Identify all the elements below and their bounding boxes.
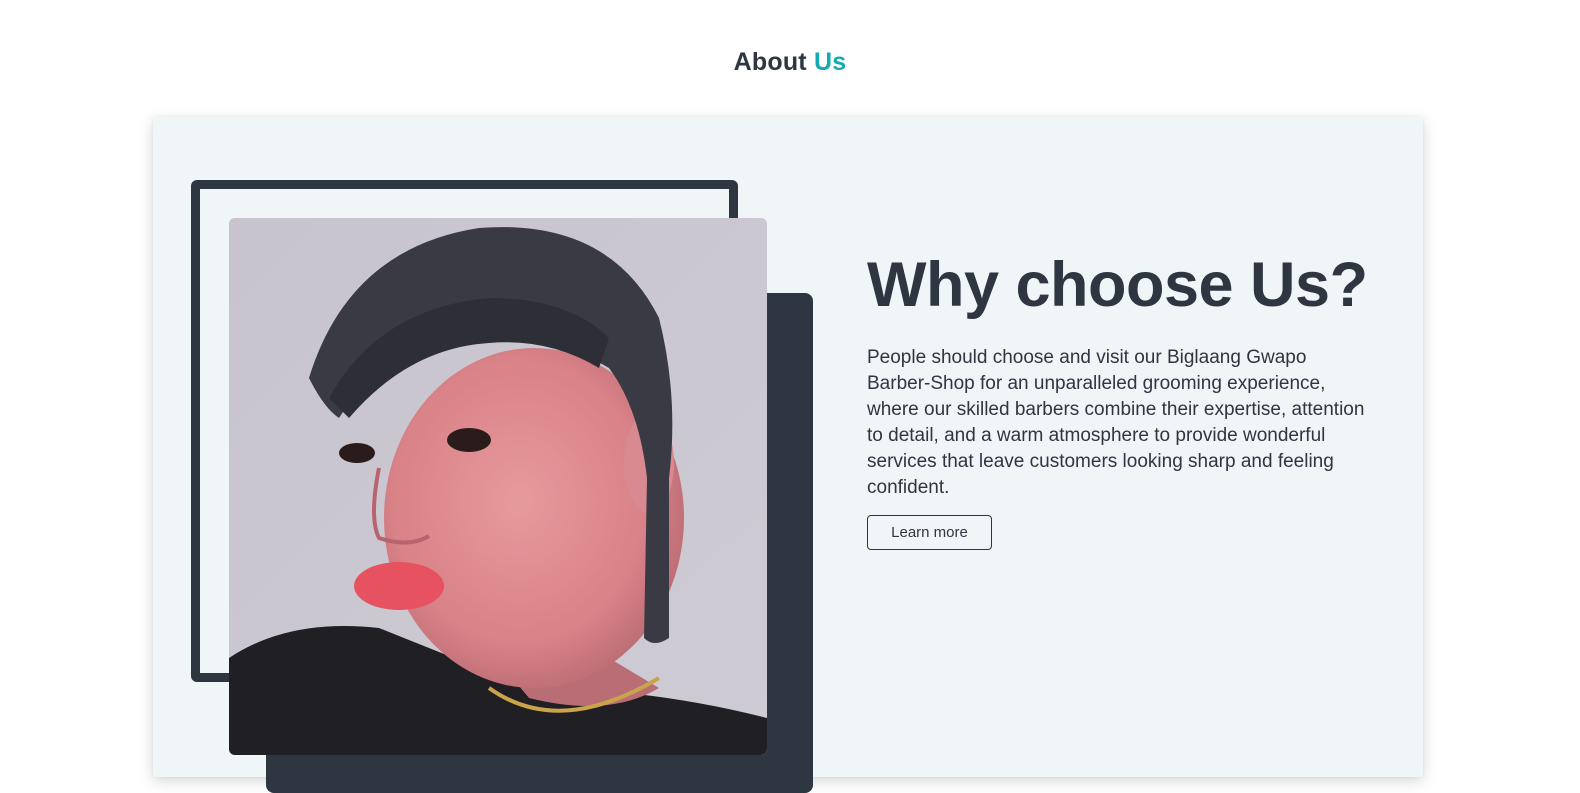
learn-more-button[interactable]: Learn more [867, 515, 992, 550]
heading-accent-text: Us [813, 48, 847, 76]
about-card: Why choose Us? People should choose and … [153, 117, 1423, 793]
why-choose-title: Why choose Us? [867, 250, 1368, 320]
customer-photo [229, 218, 767, 755]
heading-text: About [733, 48, 814, 76]
why-choose-description: People should choose and visit our Bigla… [867, 347, 1365, 498]
section-heading: About Us [0, 48, 1580, 77]
